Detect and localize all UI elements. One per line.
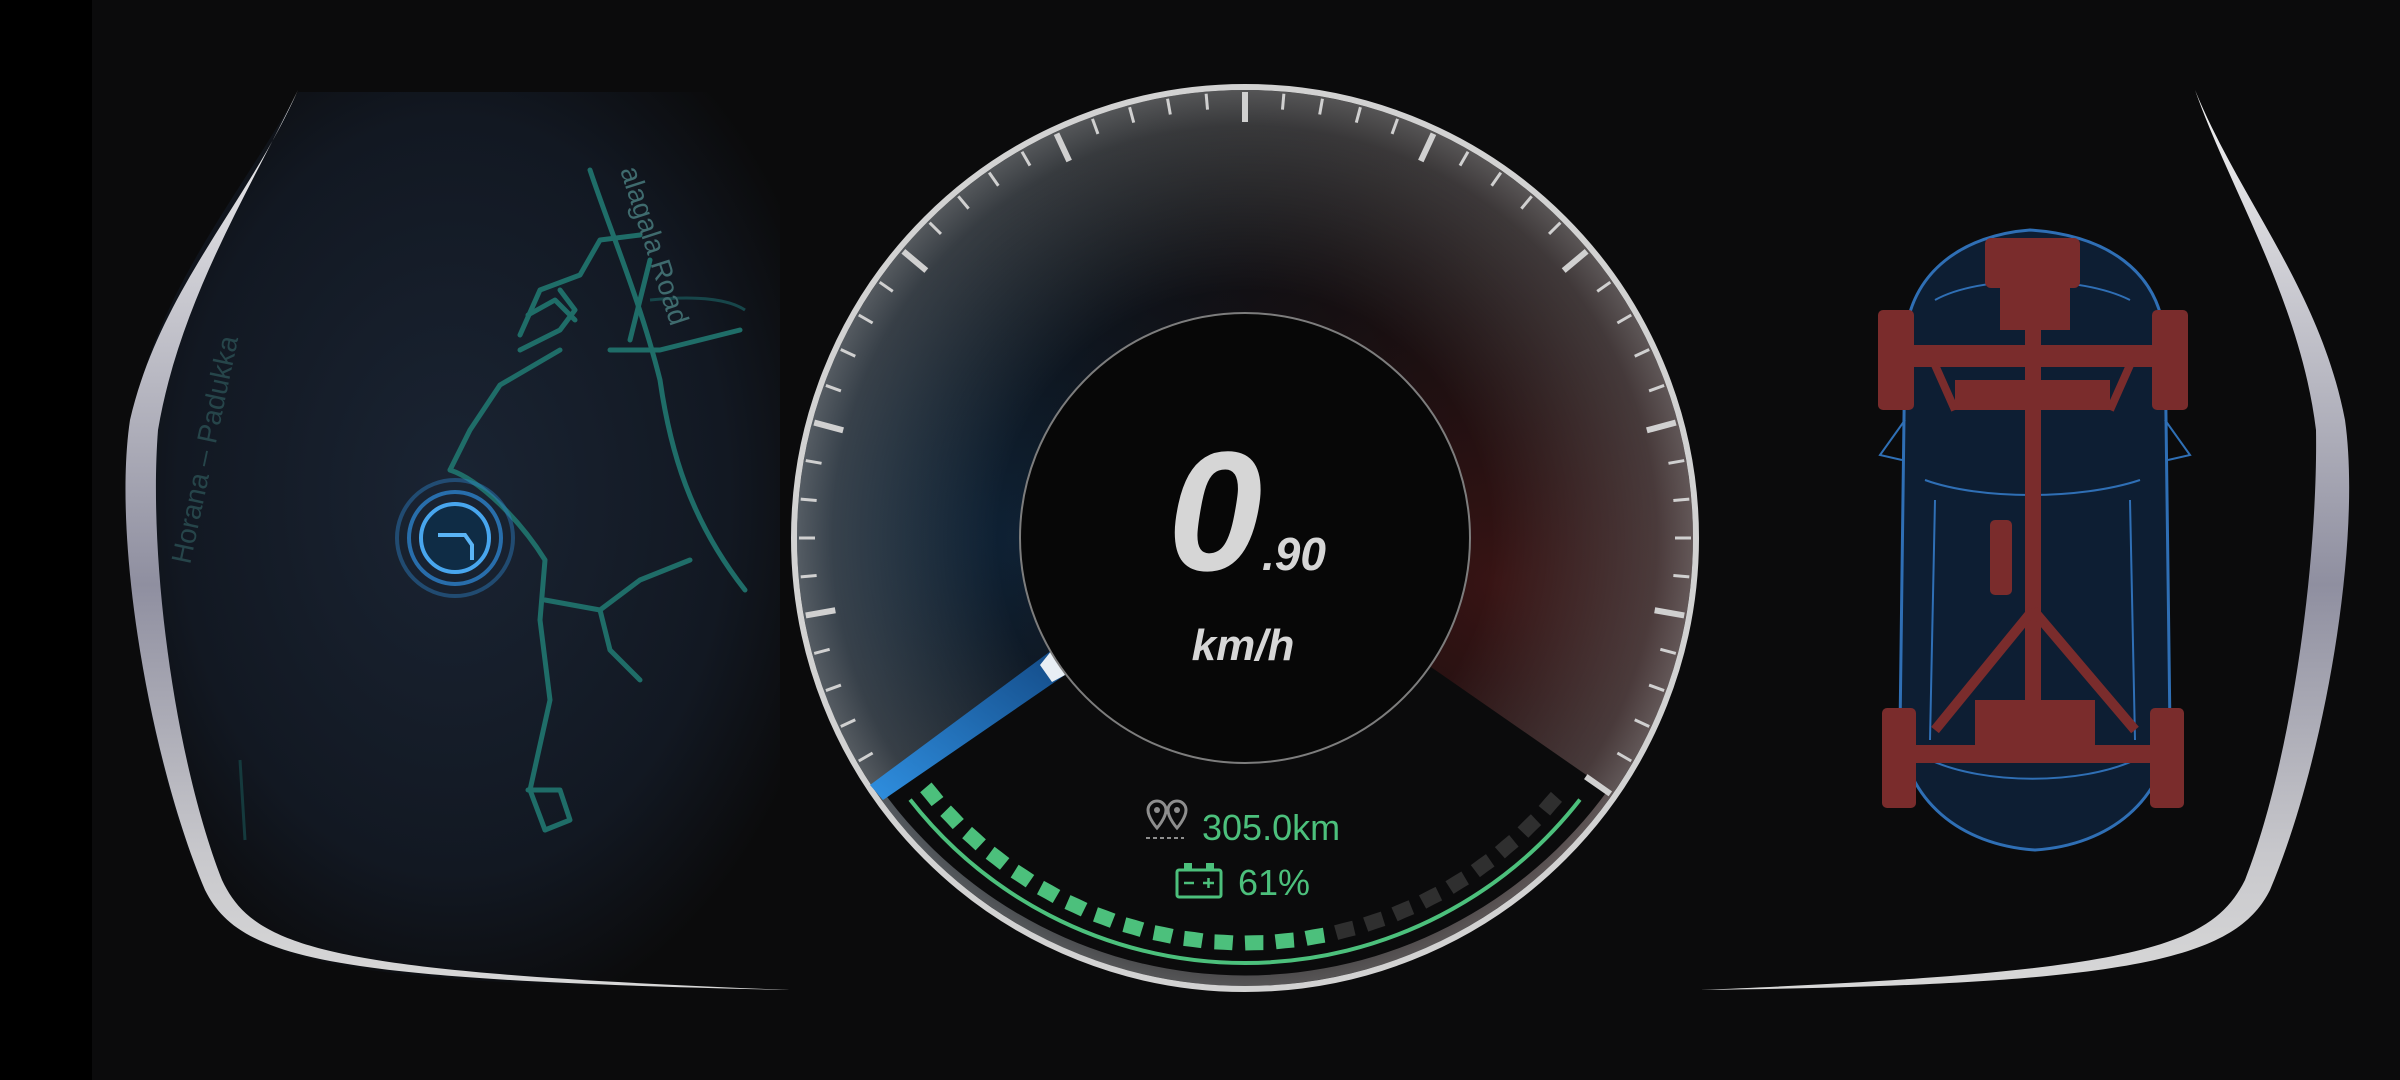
battery-segment — [1304, 927, 1326, 946]
gauge-tick — [1204, 93, 1210, 110]
battery-segment — [1122, 917, 1145, 937]
battery-segment — [1445, 871, 1469, 894]
battery-segment — [1010, 864, 1035, 888]
battery-segment — [1064, 895, 1088, 917]
battery-segment — [985, 846, 1010, 870]
battery-segment — [1092, 907, 1116, 928]
speedometer: 0 .90 km/h 305.0km 61% — [791, 84, 1699, 992]
battery-segment — [1470, 854, 1495, 878]
gauge-tick — [800, 573, 817, 579]
map-panel[interactable]: alagala Road Horana – Padukka — [125, 90, 791, 990]
left-edge-bar — [0, 0, 92, 1080]
gauge-tick — [800, 497, 817, 503]
battery-segment — [1183, 930, 1204, 949]
speed-unit: km/h — [1192, 621, 1295, 670]
range-value: 305.0km — [1202, 807, 1340, 848]
gauge-tick — [1673, 497, 1690, 503]
battery-segment — [1152, 925, 1174, 944]
battery-percentage: 61% — [1238, 862, 1310, 903]
battery-segment — [920, 782, 944, 807]
battery-segment — [1334, 920, 1356, 940]
gauge-tick — [1280, 93, 1286, 110]
battery-segment — [1363, 911, 1386, 932]
battery-segment — [1214, 934, 1234, 951]
speed-value: 0 — [1168, 417, 1263, 607]
battery-segment — [1494, 835, 1519, 859]
instrument-cluster: alagala Road Horana – Padukka 0 .90 km/h — [0, 0, 2400, 1080]
battery-segment — [1517, 814, 1542, 838]
speed-decimal: .90 — [1262, 528, 1326, 580]
battery-segment — [1418, 886, 1443, 909]
battery-segment — [962, 826, 986, 851]
gauge-tick — [1673, 573, 1690, 579]
car-chassis-top-view-icon — [1878, 228, 2192, 852]
battery-segment — [1391, 900, 1415, 922]
battery-segment — [1274, 932, 1295, 950]
battery-segment — [1538, 791, 1563, 816]
battery-segment — [1036, 880, 1061, 903]
battery-segment — [940, 805, 964, 830]
